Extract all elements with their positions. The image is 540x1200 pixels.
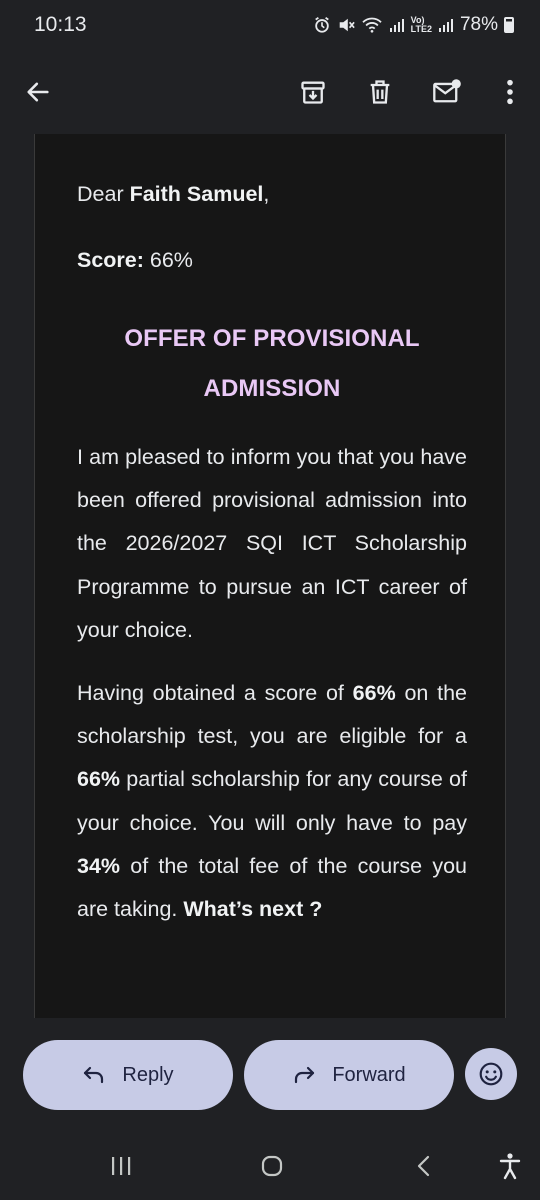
email-content: Dear Faith Samuel, Score: 66% OFFER OF P… (77, 178, 467, 931)
status-bar: 10:13 Vo) LTE2 78% (0, 0, 540, 50)
status-icons: Vo) LTE2 78% (313, 14, 514, 36)
reply-icon (84, 1066, 104, 1084)
wifi-icon (361, 17, 382, 33)
recipient-name: Faith Samuel (129, 182, 264, 206)
back-button[interactable] (16, 70, 60, 114)
more-options-button[interactable] (488, 70, 532, 114)
home-button[interactable] (252, 1148, 292, 1184)
network-label: Vo) LTE2 (410, 15, 432, 34)
reply-button[interactable]: Reply (23, 1040, 233, 1110)
forward-label: Forward (332, 1063, 406, 1086)
archive-button[interactable] (291, 70, 335, 114)
forward-button[interactable]: Forward (244, 1040, 454, 1110)
offer-title: OFFER OF PROVISIONAL ADMISSION (124, 325, 420, 402)
mark-unread-icon (433, 79, 461, 103)
back-icon (417, 1155, 430, 1177)
battery-icon (504, 17, 514, 33)
paragraph-scholarship: Having obtained a score of 66% on the sc… (77, 681, 468, 922)
mark-unread-button[interactable] (425, 70, 469, 114)
reply-label: Reply (122, 1063, 174, 1086)
signal-icon (389, 19, 404, 32)
accessibility-icon (499, 1153, 521, 1180)
back-arrow-icon (27, 82, 49, 102)
more-vert-icon (507, 79, 513, 105)
greeting: Dear Faith Samuel, (77, 182, 270, 206)
email-toolbar (0, 50, 540, 134)
email-body-scroll[interactable]: Dear Faith Samuel, Score: 66% OFFER OF P… (0, 134, 540, 1018)
battery-percent: 78% (459, 14, 498, 35)
recent-apps-button[interactable] (101, 1148, 141, 1184)
recent-apps-icon (112, 1157, 131, 1175)
system-nav-bar (0, 1130, 540, 1200)
delete-button[interactable] (358, 70, 402, 114)
score-label: Score: (77, 248, 144, 272)
signal-icon (438, 19, 453, 32)
forward-icon (295, 1066, 315, 1084)
alarm-icon (314, 17, 329, 33)
score-value: 66% (143, 248, 193, 272)
action-bar: Reply Forward (0, 1018, 540, 1130)
status-time: 10:13 (34, 13, 87, 36)
emoji-icon (479, 1062, 503, 1086)
mute-icon (339, 18, 355, 32)
emoji-reaction-button[interactable] (465, 1048, 517, 1100)
score-line: Score: 66% (77, 244, 467, 276)
archive-icon (301, 81, 325, 104)
paragraph-admission: I am pleased to inform you that you have… (77, 445, 467, 642)
email-message: Dear Faith Samuel, Score: 66% OFFER OF P… (34, 134, 506, 1018)
accessibility-button[interactable] (490, 1148, 530, 1184)
delete-icon (370, 80, 390, 104)
whats-next: What’s next ? (183, 897, 323, 922)
home-icon (261, 1155, 283, 1177)
nav-back-button[interactable] (404, 1148, 444, 1184)
